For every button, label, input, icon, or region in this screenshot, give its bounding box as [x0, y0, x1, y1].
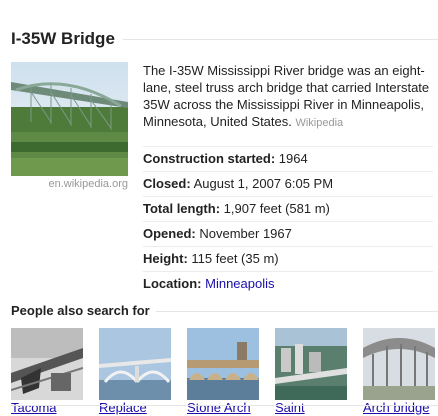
panel-title: I-35W Bridge — [11, 28, 123, 50]
fact-label: Total length: — [143, 201, 221, 216]
location-link[interactable]: Minneapolis — [205, 276, 274, 291]
related-item-replace[interactable]: Replace — [99, 328, 171, 415]
fact-label: Location: — [143, 276, 202, 291]
fact-construction-started: Construction started: 1964 — [143, 146, 433, 171]
fact-closed: Closed: August 1, 2007 6:05 PM — [143, 171, 433, 196]
bridge-photo[interactable] — [11, 62, 128, 176]
description-text: The I-35W Mississippi River bridge was a… — [143, 63, 430, 129]
facts-list: Construction started: 1964 Closed: Augus… — [143, 146, 433, 296]
related-item-stone-arch[interactable]: Stone Arch — [187, 328, 259, 415]
people-also-search-header: People also search for — [11, 302, 438, 320]
panel-header: I-35W Bridge — [11, 28, 438, 50]
fact-height: Height: 115 feet (35 m) — [143, 246, 433, 271]
fact-label: Closed: — [143, 176, 191, 191]
related-thumbnail[interactable] — [187, 328, 259, 400]
description-source-link[interactable]: Wikipedia — [295, 117, 343, 129]
fact-total-length: Total length: 1,907 feet (581 m) — [143, 196, 433, 221]
related-label[interactable]: Arch bridge — [363, 400, 435, 416]
related-label[interactable]: Tacoma — [11, 400, 83, 416]
related-item-saint[interactable]: Saint — [275, 328, 347, 415]
fact-label: Construction started: — [143, 151, 276, 166]
related-thumbnail[interactable] — [363, 328, 435, 400]
fact-opened: Opened: November 1967 — [143, 221, 433, 246]
related-label[interactable]: Replace — [99, 400, 171, 416]
description: The I-35W Mississippi River bridge was a… — [143, 62, 433, 132]
image-source[interactable]: en.wikipedia.org — [11, 178, 129, 190]
related-item-arch-bridge[interactable]: Arch bridge — [363, 328, 435, 415]
fact-value: 1,907 feet (581 m) — [223, 201, 330, 216]
bottom-divider — [11, 405, 438, 406]
fact-value: 115 feet (35 m) — [191, 251, 279, 266]
related-label[interactable]: Saint — [275, 400, 347, 416]
fact-value: August 1, 2007 6:05 PM — [193, 176, 334, 191]
fact-label: Height: — [143, 251, 188, 266]
fact-value: November 1967 — [199, 226, 292, 241]
fact-location: Location: Minneapolis — [143, 271, 433, 296]
related-item-tacoma[interactable]: Tacoma — [11, 328, 83, 415]
related-label[interactable]: Stone Arch — [187, 400, 259, 416]
related-thumbnail[interactable] — [99, 328, 171, 400]
people-also-search-title: People also search for — [11, 302, 156, 320]
related-thumbnail[interactable] — [275, 328, 347, 400]
related-thumbnail[interactable] — [11, 328, 83, 400]
fact-value: 1964 — [278, 151, 308, 166]
fact-label: Opened: — [143, 226, 196, 241]
